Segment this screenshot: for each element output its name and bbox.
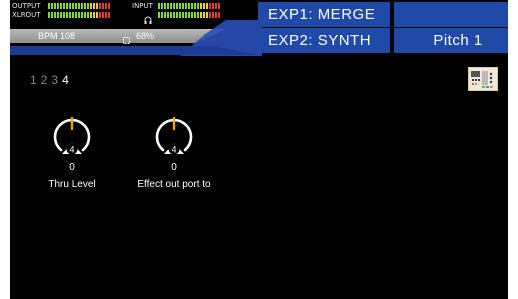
output-meter — [48, 3, 110, 9]
knob-value: 0 — [171, 162, 177, 173]
headphone-meter — [158, 12, 220, 18]
knob-dial: 4 — [155, 116, 193, 155]
exp2-indicator: EXP2: SYNTH — [258, 28, 390, 53]
exp1-indicator: EXP1: MERGE — [258, 2, 390, 27]
page-3[interactable]: 3 — [51, 72, 58, 88]
exp1-extension — [394, 2, 508, 27]
bpm-readout: BPM 108 — [38, 31, 76, 41]
knob-effect-out-port[interactable]: 4 0 Effect out port to — [119, 112, 229, 222]
xlrout-meter — [48, 12, 110, 18]
knob-thru-level[interactable]: 4 0 Thru Level — [17, 112, 127, 222]
page-1[interactable]: 1 — [30, 72, 37, 88]
input-meter — [158, 3, 220, 9]
xlrout-label: XLROUT — [12, 11, 41, 19]
output-label: OUTPUT — [12, 2, 41, 10]
meters-panel: OUTPUT XLROUT INPUT BPM 108 68% — [10, 0, 262, 60]
knob-label: Thru Level — [48, 179, 96, 190]
knob-label: Effect out port to — [137, 179, 211, 190]
headphone-icon — [144, 11, 152, 24]
page-4[interactable]: 4 — [62, 72, 69, 88]
knob-dial: 4 — [53, 116, 91, 155]
input-label: INPUT — [132, 2, 153, 10]
knob-value: 0 — [69, 162, 75, 173]
cpu-icon — [122, 32, 131, 44]
page-2[interactable]: 2 — [41, 72, 48, 88]
knob-badge: 4 — [69, 145, 74, 155]
cpu-readout: 68% — [136, 31, 155, 41]
page-selector: 1 2 3 4 — [30, 72, 69, 88]
device-screen: OUTPUT XLROUT INPUT BPM 108 68% EXP1: ME… — [10, 0, 508, 299]
knob-badge: 4 — [171, 145, 176, 155]
preset-name[interactable]: Pitch 1 — [394, 28, 508, 53]
device-icon[interactable] — [468, 67, 498, 91]
